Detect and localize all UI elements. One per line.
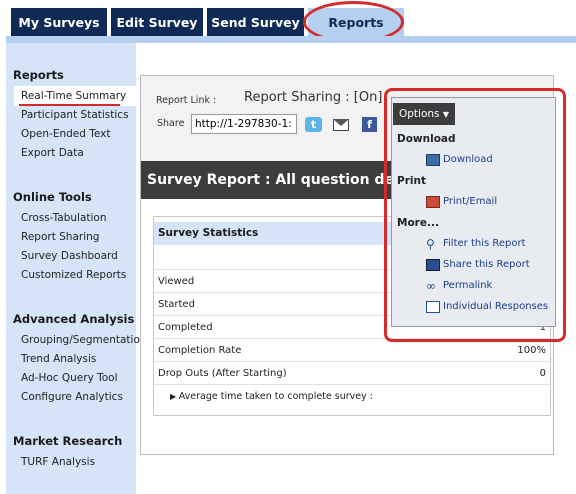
sidebar-item-cross-tabulation[interactable]: Cross-Tabulation (21, 212, 107, 224)
sidebar-item-customized-reports[interactable]: Customized Reports (21, 269, 126, 281)
tab-send-survey[interactable]: Send Survey (207, 8, 304, 36)
table-row: Drop Outs (After Starting) 0 (154, 361, 550, 384)
tab-edit-survey[interactable]: Edit Survey (111, 8, 203, 36)
share-url-input[interactable] (191, 114, 297, 134)
share-label: Share (157, 118, 185, 129)
filter-report-link[interactable]: Filter this Report (443, 238, 526, 249)
tab-underline (6, 36, 576, 43)
row-label: Viewed (158, 276, 195, 287)
expand-arrow-icon: ▶ (170, 392, 179, 401)
download-heading: Download (397, 133, 456, 145)
share-report-link[interactable]: Share this Report (443, 259, 530, 270)
print-email-link[interactable]: Print/Email (443, 196, 497, 207)
sidebar-item-participant-statistics[interactable]: Participant Statistics (21, 109, 129, 121)
sidebar-item-export-data[interactable]: Export Data (21, 147, 84, 159)
report-link-label: Report Link : (156, 95, 217, 106)
share-icon (426, 259, 440, 271)
avg-time-row[interactable]: ▶ Average time taken to complete survey … (154, 384, 550, 407)
sidebar-heading-advanced-analysis: Advanced Analysis (13, 312, 135, 326)
row-value: 0 (539, 368, 546, 379)
filter-icon: ⚲ (426, 237, 435, 251)
sidebar-heading-online-tools: Online Tools (13, 190, 92, 204)
sidebar-item-report-sharing[interactable]: Report Sharing (21, 231, 99, 243)
individual-responses-link[interactable]: Individual Responses (443, 301, 548, 312)
sidebar-item-survey-dashboard[interactable]: Survey Dashboard (21, 250, 118, 262)
sidebar-item-ad-hoc-query-tool[interactable]: Ad-Hoc Query Tool (21, 372, 118, 384)
sidebar-item-configure-analytics[interactable]: Configure Analytics (21, 391, 123, 403)
sidebar-item-real-time-summary[interactable]: Real-Time Summary (14, 86, 136, 106)
sidebar-item-turf-analysis[interactable]: TURF Analysis (21, 456, 95, 468)
avg-time-label: Average time taken to complete survey : (178, 391, 373, 402)
selected-underline (19, 104, 120, 106)
document-icon (426, 301, 440, 313)
permalink-link[interactable]: Permalink (443, 280, 492, 291)
row-label: Started (158, 299, 195, 310)
report-sharing-status[interactable]: Report Sharing : [On] (244, 90, 384, 105)
download-icon (426, 154, 440, 166)
download-link[interactable]: Download (443, 154, 493, 165)
facebook-icon[interactable]: f (362, 117, 377, 132)
sidebar-heading-market-research: Market Research (13, 434, 123, 448)
sidebar-heading-reports: Reports (13, 68, 64, 82)
row-label: Completed (158, 322, 213, 333)
print-heading: Print (397, 175, 426, 187)
sidebar-item-trend-analysis[interactable]: Trend Analysis (21, 353, 96, 365)
twitter-icon[interactable]: t (305, 117, 322, 132)
more-heading: More... (397, 217, 439, 229)
email-icon[interactable] (333, 119, 349, 131)
print-icon (426, 196, 440, 208)
link-icon: ∞ (426, 279, 436, 293)
row-label: Drop Outs (After Starting) (158, 368, 287, 379)
tab-my-surveys[interactable]: My Surveys (11, 8, 107, 36)
row-value: 100% (517, 345, 546, 356)
row-label: Completion Rate (158, 345, 242, 356)
sidebar-item-open-ended-text[interactable]: Open-Ended Text (21, 128, 111, 140)
sidebar-item-grouping-segmentation[interactable]: Grouping/Segmentation (21, 334, 147, 346)
